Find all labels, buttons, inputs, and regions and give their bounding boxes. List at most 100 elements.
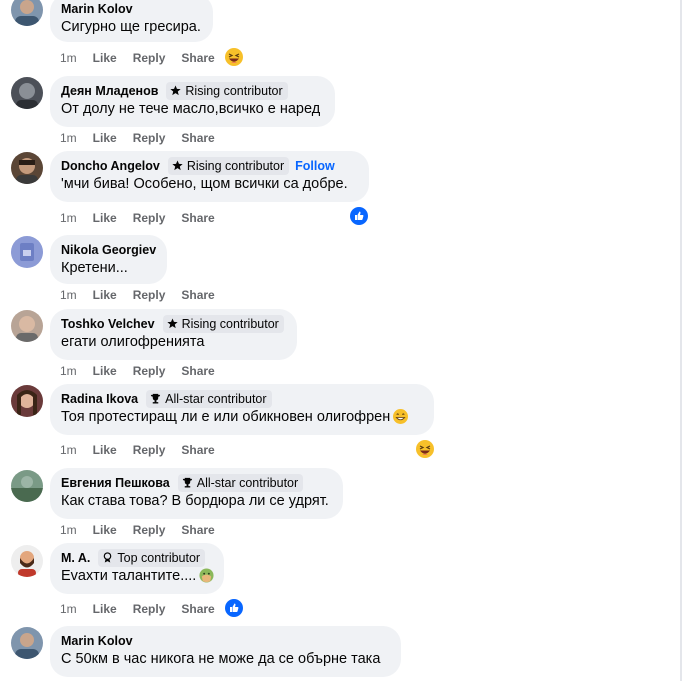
comment-time[interactable]: 1m — [60, 364, 77, 378]
comment-actions: 1m Like Reply Share — [60, 288, 231, 302]
comment-text: От долу не тече масло,всичко е наред — [61, 101, 321, 117]
share-button[interactable]: Share — [181, 288, 214, 302]
comment-time[interactable]: 1m — [60, 523, 77, 537]
like-button[interactable]: Like — [93, 443, 117, 457]
comment-time[interactable]: 1m — [60, 211, 77, 225]
contributor-badge[interactable]: All-star contributor — [146, 389, 272, 408]
reply-button[interactable]: Reply — [133, 51, 166, 65]
facepalm-emoji-icon — [199, 568, 214, 589]
reply-button[interactable]: Reply — [133, 443, 166, 457]
comment-text: Сигурно ще гресира. — [61, 19, 201, 35]
comment-bubble: Radina Ikova All-star contributor Тоя пр… — [50, 384, 434, 435]
comment-author[interactable]: Radina Ikova — [61, 392, 138, 406]
avatar[interactable] — [11, 470, 43, 502]
like-button[interactable]: Like — [93, 131, 117, 145]
contributor-badge[interactable]: Rising contributor — [162, 314, 284, 333]
star-icon — [170, 85, 182, 96]
thumbs-up-icon[interactable] — [350, 207, 368, 225]
comment-text: 'мчи бива! Особено, щом всички са добре. — [61, 176, 348, 192]
comment-author[interactable]: Деян Младенов — [61, 84, 158, 98]
comment-time[interactable]: 1m — [60, 602, 77, 616]
share-button[interactable]: Share — [181, 51, 214, 65]
reply-button[interactable]: Reply — [133, 523, 166, 537]
trophy-icon — [182, 477, 192, 488]
avatar[interactable] — [11, 627, 43, 659]
contributor-badge[interactable]: Top contributor — [98, 548, 206, 567]
reply-button[interactable]: Reply — [133, 211, 166, 225]
comment-bubble: Toshko Velchev Rising contributor егати … — [50, 309, 297, 360]
comment-text: Как става това? В бордюра ли се удрят. — [61, 493, 329, 509]
avatar[interactable] — [11, 77, 43, 109]
follow-link[interactable]: Follow — [295, 159, 335, 173]
like-button[interactable]: Like — [93, 602, 117, 616]
grinning-emoji-icon — [393, 409, 409, 430]
avatar[interactable] — [11, 310, 43, 342]
laughing-emoji-icon[interactable] — [225, 48, 243, 66]
comment-text: Тоя протестиращ ли е или обикновен олиго… — [61, 408, 422, 430]
comment-time[interactable]: 1m — [60, 443, 77, 457]
comment-actions: 1m Like Reply Share — [60, 211, 231, 225]
comment-bubble: Marin Kolov С 50км в час никога не може … — [50, 626, 401, 677]
comment-bubble: M. A. Top contributor Еvахти талантите..… — [50, 543, 224, 594]
comment-time[interactable]: 1m — [60, 131, 77, 145]
comment-author[interactable]: Евгения Пешкова — [61, 476, 170, 490]
comment-author[interactable]: Toshko Velchev — [61, 317, 155, 331]
share-button[interactable]: Share — [181, 364, 214, 378]
avatar[interactable] — [11, 152, 43, 184]
comment-author[interactable]: Nikola Georgiev — [61, 243, 156, 257]
comment-bubble: Евгения Пешкова All-star contributor Как… — [50, 468, 343, 519]
comment-text: Кретени... — [61, 260, 128, 276]
reply-button[interactable]: Reply — [133, 288, 166, 302]
comment-actions: 1m Like Reply Share — [60, 131, 231, 145]
comment-text: Еvахти талантите.... — [61, 567, 214, 589]
share-button[interactable]: Share — [181, 602, 214, 616]
like-button[interactable]: Like — [93, 288, 117, 302]
comment-actions: 1m Like Reply Share — [60, 51, 231, 65]
comment-text: егати олигофренията — [61, 334, 205, 350]
comment-bubble: Marin Kolov Сигурно ще гресира. — [50, 0, 213, 42]
contributor-badge[interactable]: All-star contributor — [177, 473, 304, 492]
medal-icon — [104, 552, 112, 563]
badge-label: Rising contributor — [186, 158, 285, 173]
comment-author[interactable]: Doncho Angelov — [61, 159, 160, 173]
comment-time[interactable]: 1m — [60, 288, 77, 302]
reply-button[interactable]: Reply — [133, 364, 166, 378]
share-button[interactable]: Share — [181, 211, 214, 225]
star-icon — [166, 318, 178, 329]
contributor-badge[interactable]: Rising contributor — [167, 156, 290, 175]
like-button[interactable]: Like — [93, 523, 117, 537]
star-icon — [172, 160, 183, 171]
badge-label: All-star contributor — [165, 391, 267, 406]
comment-author[interactable]: M. A. — [61, 551, 90, 565]
reply-button[interactable]: Reply — [133, 131, 166, 145]
share-button[interactable]: Share — [181, 131, 214, 145]
avatar[interactable] — [11, 236, 43, 268]
avatar[interactable] — [11, 0, 43, 26]
comment-time[interactable]: 1m — [60, 51, 77, 65]
comment-actions: 1m Like Reply Share — [60, 443, 231, 457]
like-button[interactable]: Like — [93, 364, 117, 378]
contributor-badge[interactable]: Rising contributor — [166, 81, 288, 100]
share-button[interactable]: Share — [181, 443, 214, 457]
comment-bubble: Деян Младенов Rising contributor От долу… — [50, 76, 335, 127]
like-button[interactable]: Like — [93, 51, 117, 65]
laughing-emoji-icon[interactable] — [416, 440, 434, 458]
badge-label: Rising contributor — [181, 316, 279, 331]
comment-actions: 1m Like Reply Share — [60, 602, 231, 616]
badge-label: All-star contributor — [196, 475, 299, 490]
trophy-icon — [151, 393, 161, 404]
badge-label: Rising contributor — [185, 83, 283, 98]
thumbs-up-icon[interactable] — [225, 599, 243, 617]
reply-button[interactable]: Reply — [133, 602, 166, 616]
avatar[interactable] — [11, 545, 43, 577]
badge-label: Top contributor — [117, 550, 201, 565]
share-button[interactable]: Share — [181, 523, 214, 537]
comment-text-body: Еvахти талантите.... — [61, 568, 197, 584]
like-button[interactable]: Like — [93, 211, 117, 225]
comment-actions: 1m Like Reply Share — [60, 364, 231, 378]
comment-actions: 1m Like Reply Share — [60, 523, 231, 537]
comment-text-body: Тоя протестиращ ли е или обикновен олиго… — [61, 409, 391, 425]
comment-author[interactable]: Marin Kolov — [61, 2, 133, 16]
comment-author[interactable]: Marin Kolov — [61, 634, 133, 648]
avatar[interactable] — [11, 385, 43, 417]
